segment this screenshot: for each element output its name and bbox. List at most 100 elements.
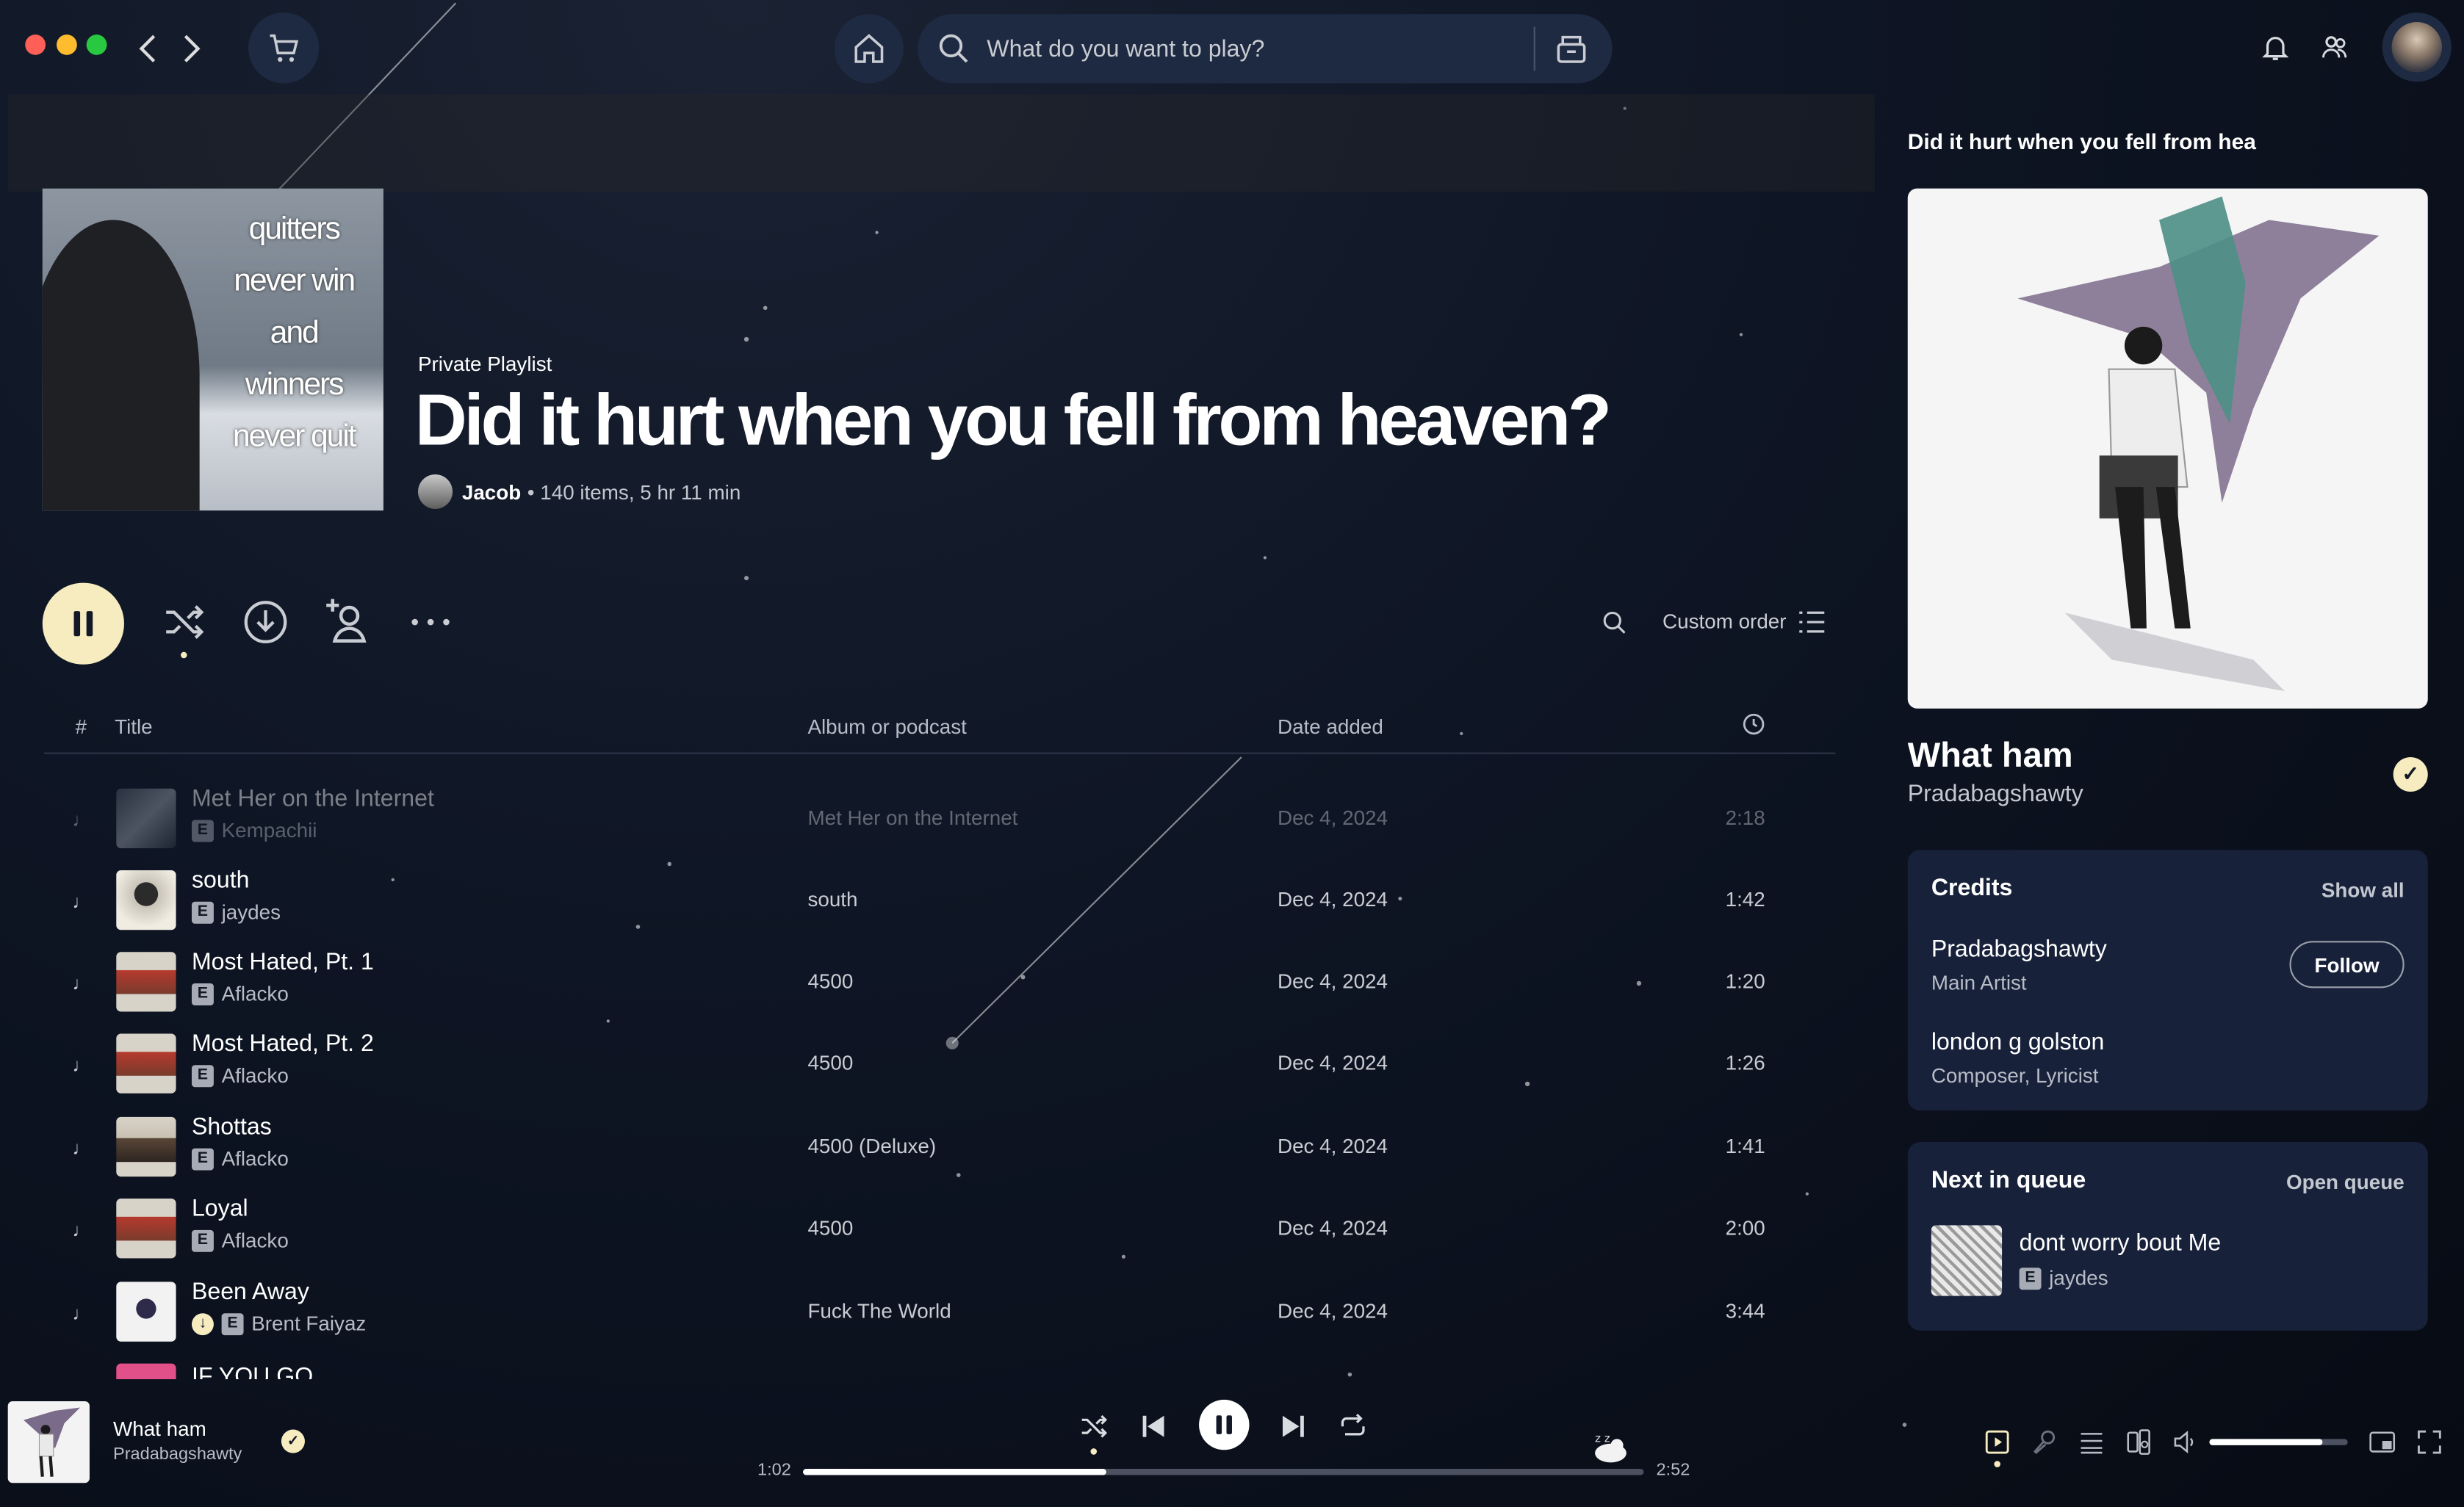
repeat-icon [1341,1414,1365,1436]
volume-slider[interactable] [2209,1439,2348,1445]
column-duration[interactable] [1741,712,1766,737]
track-album[interactable]: 4500 [807,1216,853,1240]
track-title[interactable]: south [192,867,250,894]
cover-figure [42,220,200,511]
fullscreen-button[interactable] [2414,1426,2446,1458]
profile-avatar[interactable] [2382,12,2452,82]
play-pause-button[interactable] [42,582,124,665]
show-all-credits-link[interactable]: Show all [2321,878,2404,902]
track-row[interactable]: ♩ Been Away ↓ E Brent Faiyaz Fuck The Worl… [44,1273,1835,1354]
track-date-added: Dec 4, 2024 [1278,1050,1388,1075]
playlist-title[interactable]: Did it hurt when you fell from heaven? [415,377,1612,462]
player-artist[interactable]: Pradabagshawty [113,1445,242,1464]
track-artist[interactable]: Aflacko [222,1146,289,1170]
now-playing-panel: Did it hurt when you fell from hea What … [1884,94,2452,1476]
track-title[interactable]: Met Her on the Internet [192,786,434,812]
track-row-partial[interactable]: IF YOU GO [44,1354,1835,1380]
next-button[interactable] [1275,1408,1312,1445]
player-shuffle-button[interactable] [1075,1408,1112,1445]
track-album[interactable]: Met Her on the Internet [807,806,1017,829]
owner-name[interactable]: Jacob [462,480,521,503]
lyrics-button[interactable] [2028,1426,2060,1458]
more-options-button[interactable] [406,597,455,647]
queue-track-artist[interactable]: jaydes [2049,1266,2108,1290]
track-row[interactable]: ♩ Most Hated, Pt. 1 E Aflacko 4500 Dec 4,… [44,942,1835,1024]
player-play-pause-button[interactable] [1199,1399,1250,1450]
queue-button[interactable] [2076,1426,2108,1458]
credit-name[interactable]: london g golston [1931,1029,2104,1055]
saved-check-button[interactable]: ✓ [2393,756,2428,792]
track-artist[interactable]: Kempachii [222,818,317,842]
search-input[interactable] [987,35,1506,62]
search-in-playlist-button[interactable] [1602,610,1628,636]
minimize-window-button[interactable] [57,35,77,55]
open-queue-link[interactable]: Open queue [2286,1171,2404,1194]
track-row[interactable]: ♩ Most Hated, Pt. 2 E Aflacko 4500 Dec 4,… [44,1024,1835,1106]
previous-button[interactable] [1134,1408,1172,1445]
track-row[interactable]: ♩ Shottas E Aflacko 4500 (Deluxe) Dec 4, … [44,1107,1835,1189]
search-bar[interactable] [918,14,1613,84]
player-artwork[interactable] [7,1401,90,1483]
svg-text:z z: z z [1595,1432,1610,1445]
home-button[interactable] [834,14,904,84]
shuffle-button[interactable] [159,597,209,647]
track-row[interactable]: ♩ Loyal E Aflacko 4500 Dec 4, 2024 2:00 [44,1189,1835,1271]
add-collaborator-button[interactable] [322,597,372,647]
track-album[interactable]: Fuck The World [807,1299,951,1323]
track-artist-line: Ejaydes [191,900,281,924]
mute-button[interactable] [2170,1426,2202,1458]
track-artist[interactable]: jaydes [222,900,281,924]
forward-button[interactable] [173,29,210,70]
panel-title[interactable]: Did it hurt when you fell from hea [1908,129,2269,153]
track-title[interactable]: Loyal [192,1196,248,1222]
track-artist[interactable]: Aflacko [222,1229,289,1252]
track-artist[interactable]: Aflacko [222,1063,289,1087]
back-button[interactable] [129,29,166,70]
miniplayer-button[interactable] [2366,1426,2398,1458]
playlist-cover[interactable]: quitters never win and winners never qui… [42,188,383,511]
download-button[interactable] [240,597,290,647]
panel-song-title[interactable]: What ham [1908,735,2073,776]
track-artist-line: E Aflacko [191,1146,289,1171]
column-date-added[interactable]: Date added [1278,715,1383,738]
track-title[interactable]: Shottas [192,1114,272,1141]
player-saved-button[interactable]: ✓ [281,1429,305,1453]
friend-activity-button[interactable] [2319,32,2351,63]
browse-button[interactable] [1554,32,1588,66]
shuffle-icon [1081,1414,1108,1438]
track-artist[interactable]: Aflacko [222,982,289,1005]
track-row[interactable]: ♩ Met Her on the Internet E Kempachii Met… [44,779,1835,861]
track-row[interactable]: ♩ south Ejaydes south Dec 4, 2024 1:42 [44,861,1835,942]
track-title[interactable]: Been Away [192,1279,309,1305]
follow-button[interactable]: Follow [2289,941,2404,989]
playback-progress-bar[interactable] [803,1468,1644,1475]
player-song-title[interactable]: What ham [113,1417,206,1440]
queue-track-title[interactable]: dont worry bout Me [2020,1230,2222,1257]
credits-heading: Credits [1931,875,2013,902]
track-title[interactable]: Most Hated, Pt. 1 [192,949,374,975]
track-album[interactable]: 4500 [807,1051,853,1074]
cart-button[interactable] [248,12,320,84]
volume-icon [2174,1431,2194,1454]
column-album[interactable]: Album or podcast [807,715,966,738]
close-window-button[interactable] [25,35,46,55]
connect-device-button[interactable] [2123,1426,2155,1458]
credit-name[interactable]: Pradabagshawty [1931,936,2107,963]
now-playing-view-button[interactable] [1981,1426,2013,1458]
track-number: ♩ [72,1218,92,1241]
sort-order-button[interactable]: Custom order [1663,610,1824,633]
column-title[interactable]: Title [115,715,153,738]
repeat-button[interactable] [1334,1408,1372,1445]
track-album[interactable]: 4500 [807,969,853,993]
maximize-window-button[interactable] [86,35,107,55]
panel-artist[interactable]: Pradabagshawty [1908,781,2083,807]
now-playing-artwork[interactable] [1907,188,2428,709]
notifications-button[interactable] [2260,32,2291,63]
track-album[interactable]: 4500 (Deluxe) [807,1134,936,1157]
track-number: ♩ [72,890,92,913]
track-artist[interactable]: Brent Faiyaz [251,1312,366,1335]
track-title[interactable]: Most Hated, Pt. 2 [192,1030,374,1057]
clock-icon [1743,713,1765,735]
track-title[interactable]: IF YOU GO [192,1364,313,1379]
track-album[interactable]: south [807,888,857,911]
